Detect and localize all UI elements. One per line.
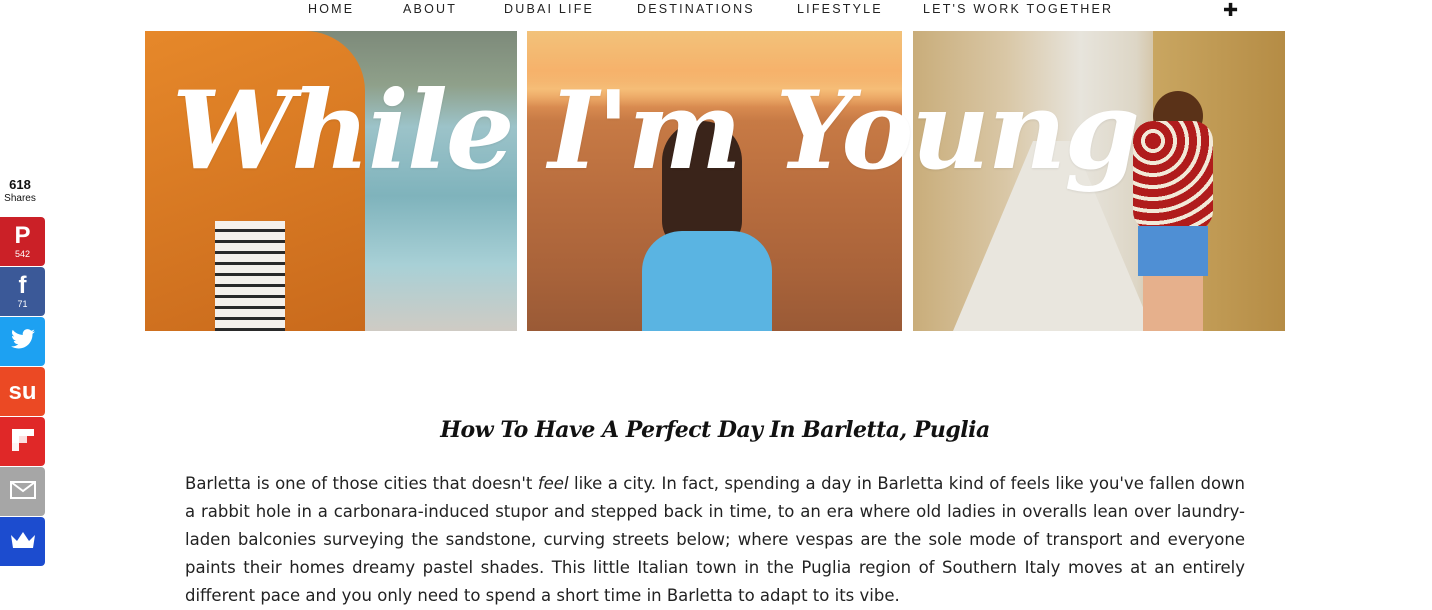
- facebook-icon: f: [18, 272, 27, 299]
- post-body-emphasis: feel: [537, 473, 569, 493]
- share-count: 618 Shares: [0, 178, 40, 205]
- flipboard-share-button[interactable]: [0, 417, 45, 466]
- share-total-label: Shares: [4, 193, 36, 204]
- nav-item-lifestyle[interactable]: LIFESTYLE: [797, 2, 883, 16]
- post-body-rest: like a city. In fact, spending a day in …: [185, 473, 1245, 605]
- pinterest-count: 542: [14, 249, 31, 259]
- twitter-icon: [0, 317, 45, 355]
- stumbleupon-share-button[interactable]: su: [0, 367, 45, 416]
- striped-shirt-shape: [215, 221, 285, 331]
- share-total: 618: [9, 177, 31, 192]
- post-body-start: Barletta is one of those cities that doe…: [185, 473, 538, 493]
- woman-in-desert-figure: [642, 121, 772, 331]
- nav-item-home[interactable]: HOME: [308, 2, 354, 16]
- facebook-share-button[interactable]: f 71: [0, 267, 45, 316]
- nav-item-dubai-life[interactable]: DUBAI LIFE: [504, 2, 594, 16]
- facebook-count: 71: [17, 299, 28, 309]
- email-share-button[interactable]: [0, 467, 45, 516]
- post-intro-paragraph: Barletta is one of those cities that doe…: [185, 470, 1245, 610]
- email-icon: [0, 467, 45, 505]
- blog-header[interactable]: [145, 31, 1285, 331]
- top-navigation: HOME ABOUT DUBAI LIFE DESTINATIONS LIFES…: [0, 0, 1432, 22]
- header-photo-stone-alley: [913, 31, 1285, 331]
- header-photo-desert-sunset: [527, 31, 902, 331]
- nav-item-destinations[interactable]: DESTINATIONS: [637, 2, 755, 16]
- plus-icon[interactable]: ✚: [1223, 0, 1238, 21]
- header-photo-city-river: [145, 31, 517, 331]
- woman-in-alley-figure: [1118, 91, 1228, 331]
- nav-item-about[interactable]: ABOUT: [403, 2, 457, 16]
- sumome-share-button[interactable]: [0, 517, 45, 566]
- post-title[interactable]: How To Have A Perfect Day In Barletta, P…: [145, 417, 1285, 443]
- stumbleupon-icon: su: [8, 378, 37, 405]
- nav-item-work-together[interactable]: LET'S WORK TOGETHER: [923, 2, 1113, 16]
- crown-icon: [0, 517, 45, 555]
- twitter-share-button[interactable]: [0, 317, 45, 366]
- sunset-glow: [527, 71, 902, 107]
- flipboard-icon: [0, 417, 45, 457]
- pinterest-icon: P: [14, 222, 31, 249]
- pinterest-share-button[interactable]: P 542: [0, 217, 45, 266]
